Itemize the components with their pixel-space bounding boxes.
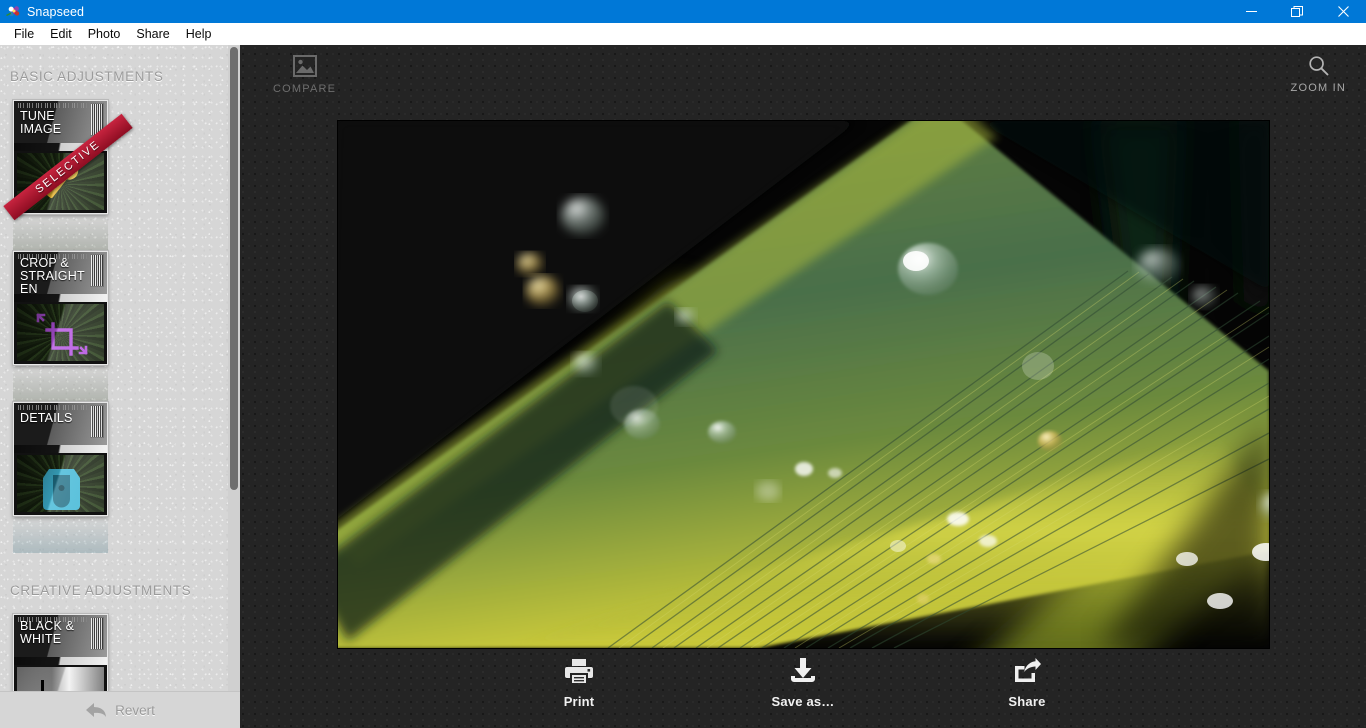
compare-label: COMPARE bbox=[273, 83, 337, 95]
menu-item-edit[interactable]: Edit bbox=[42, 25, 80, 44]
card-wrap: CROP & STRAIGHTEN bbox=[12, 250, 109, 366]
filter-label: CROP & STRAIGHTEN bbox=[20, 256, 85, 295]
reflection-surface bbox=[13, 517, 108, 553]
close-button[interactable] bbox=[1320, 0, 1366, 23]
reflection-surface bbox=[13, 366, 108, 402]
card-wrap: BLACK & WHITE bbox=[12, 613, 109, 691]
card-artwork bbox=[17, 304, 104, 361]
card-face: BLACK & WHITE bbox=[12, 613, 109, 691]
card-reflection bbox=[13, 517, 108, 553]
photo-frame[interactable] bbox=[338, 121, 1269, 648]
revert-bar: Revert bbox=[0, 691, 240, 728]
section-header-basic: BASIC ADJUSTMENTS bbox=[10, 69, 164, 84]
card-face: DETAILS bbox=[12, 401, 109, 517]
menu-item-share[interactable]: Share bbox=[128, 25, 177, 44]
share-label: Share bbox=[1008, 693, 1046, 709]
print-button[interactable]: Print bbox=[523, 658, 635, 709]
sharpener-icon bbox=[43, 469, 80, 510]
barcode-icon bbox=[90, 617, 104, 650]
card-artwork bbox=[17, 667, 104, 691]
save-as-label: Save as… bbox=[771, 693, 835, 709]
eiffel-tower-art bbox=[17, 667, 104, 691]
restore-button[interactable] bbox=[1274, 0, 1320, 23]
card-header: CROP & STRAIGHTEN bbox=[14, 252, 107, 294]
filter-card-black-and-white[interactable]: BLACK & WHITE bbox=[12, 613, 127, 691]
card-reflection bbox=[13, 366, 108, 402]
share-button[interactable]: Share bbox=[971, 657, 1083, 709]
window-title: Snapseed bbox=[27, 4, 85, 19]
eiffel-tower-silhouette bbox=[30, 679, 54, 691]
card-header: BLACK & WHITE bbox=[14, 615, 107, 657]
filter-label: DETAILS bbox=[20, 411, 73, 425]
reflection-surface bbox=[13, 215, 108, 251]
printer-icon bbox=[565, 658, 593, 683]
close-icon bbox=[1337, 6, 1349, 17]
filter-label: BLACK & WHITE bbox=[20, 619, 75, 646]
revert-button[interactable]: Revert bbox=[85, 702, 155, 718]
menu-item-file[interactable]: File bbox=[6, 25, 42, 44]
edited-photo bbox=[338, 121, 1269, 648]
revert-label: Revert bbox=[115, 702, 155, 718]
minimize-icon bbox=[1245, 11, 1257, 12]
filters-sidebar: BASIC ADJUSTMENTS TUNE IMAGE SELECTIVE C… bbox=[0, 45, 240, 691]
card-wrap: TUNE IMAGE SELECTIVE bbox=[3, 99, 133, 221]
card-face: CROP & STRAIGHTEN bbox=[12, 250, 109, 366]
barcode-icon bbox=[90, 405, 104, 438]
card-header: DETAILS bbox=[14, 403, 107, 445]
download-icon bbox=[791, 657, 815, 682]
compare-button[interactable]: COMPARE bbox=[273, 55, 336, 95]
card-divider bbox=[14, 445, 107, 453]
restore-icon bbox=[1291, 5, 1303, 17]
minimize-button[interactable] bbox=[1228, 0, 1274, 23]
photo-actions-toolbar: Print Save as… Share bbox=[240, 648, 1366, 718]
filter-label: TUNE IMAGE bbox=[20, 109, 62, 136]
creative-adjustments-grid: BLACK & WHITE bbox=[0, 613, 240, 691]
grass-burst-art bbox=[17, 455, 104, 512]
menu-item-photo[interactable]: Photo bbox=[80, 25, 129, 44]
card-artwork bbox=[17, 455, 104, 512]
grass-burst-art bbox=[17, 304, 104, 361]
card-wrap: DETAILS bbox=[12, 401, 109, 517]
microtext-strip bbox=[18, 103, 87, 108]
card-divider bbox=[14, 657, 107, 665]
share-arrow-icon bbox=[1015, 657, 1041, 682]
window-titlebar: Snapseed bbox=[0, 0, 1366, 23]
image-compare-icon bbox=[292, 55, 317, 77]
section-header-creative: CREATIVE ADJUSTMENTS bbox=[10, 583, 192, 598]
menu-bar: File Edit Photo Share Help bbox=[0, 23, 1366, 45]
snapseed-flower-icon bbox=[5, 4, 21, 20]
save-as-button[interactable]: Save as… bbox=[747, 657, 859, 709]
undo-arrow-icon bbox=[86, 703, 107, 717]
menu-item-help[interactable]: Help bbox=[178, 25, 220, 44]
basic-adjustments-grid: TUNE IMAGE SELECTIVE CROP & STRAIGHTEN D… bbox=[0, 99, 240, 553]
zoom-in-label: ZOOM IN bbox=[1290, 82, 1346, 94]
card-reflection bbox=[13, 215, 108, 251]
search-icon bbox=[1309, 56, 1329, 76]
zoom-in-button[interactable]: ZOOM IN bbox=[1291, 55, 1346, 94]
card-divider bbox=[14, 294, 107, 302]
sidebar-scroll-content: BASIC ADJUSTMENTS TUNE IMAGE SELECTIVE C… bbox=[0, 45, 240, 691]
filter-card-details[interactable]: DETAILS bbox=[12, 401, 127, 553]
filter-card-tune-image[interactable]: TUNE IMAGE SELECTIVE bbox=[3, 99, 133, 251]
microtext-strip bbox=[18, 405, 87, 410]
photo-canvas: COMPARE ZOOM IN Print Save as… Share bbox=[240, 45, 1366, 728]
barcode-icon bbox=[90, 254, 104, 287]
crop-icon bbox=[36, 313, 88, 356]
filter-card-crop-straighten[interactable]: CROP & STRAIGHTEN bbox=[12, 250, 127, 402]
print-label: Print bbox=[563, 693, 595, 709]
